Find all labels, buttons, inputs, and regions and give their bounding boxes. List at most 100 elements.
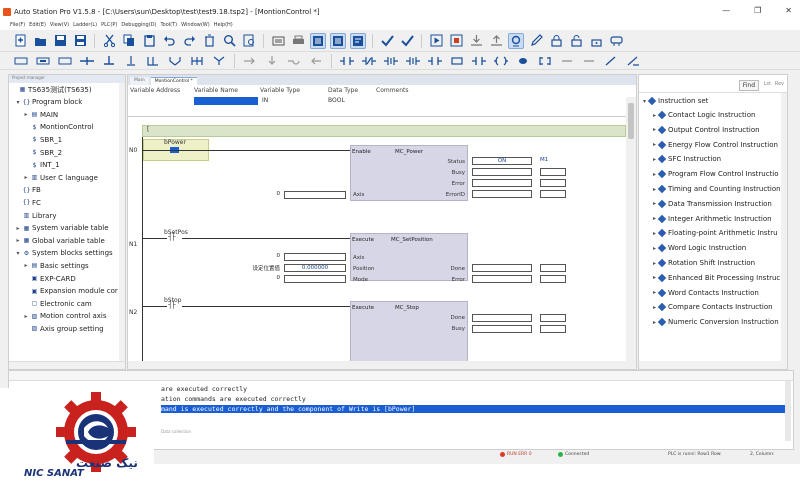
scroll-thumb[interactable] (628, 103, 634, 139)
check-all-icon[interactable] (399, 33, 415, 49)
tree-item[interactable]: ▥ Library (15, 210, 57, 221)
cut-icon[interactable] (101, 33, 117, 49)
fb-mc-stop[interactable]: Execute MC_Stop Done Busy (350, 301, 468, 369)
instruction-list-icon[interactable] (330, 32, 346, 49)
chevron-right-icon[interactable]: ▸ (23, 313, 29, 320)
contact-falling-icon[interactable] (404, 54, 422, 68)
line-draw-icon[interactable] (602, 54, 620, 68)
coil-icon[interactable] (492, 54, 510, 68)
editor-horizontal-scrollbar[interactable] (128, 361, 636, 369)
menu-window[interactable]: Window(W) (181, 22, 210, 28)
tree-item[interactable]: ▣ Expansion module cor (23, 286, 118, 297)
errorid-output-box[interactable] (472, 190, 532, 198)
minimize-button[interactable]: — (722, 6, 730, 15)
delete-icon[interactable] (201, 33, 217, 49)
tree-item[interactable]: $ INT_1 (23, 160, 60, 171)
instruction-category[interactable]: ▸ Contact Logic Instruction (653, 109, 755, 121)
output-line-selected[interactable]: mand is executed correctly and the compo… (161, 405, 786, 413)
ladder-view-icon[interactable] (310, 32, 326, 49)
close-button[interactable]: ✕ (785, 6, 792, 15)
communication-icon[interactable] (608, 33, 624, 49)
output-scrollbar[interactable] (785, 381, 791, 441)
find-replace-icon[interactable] (241, 33, 257, 49)
lock-icon[interactable] (548, 33, 564, 49)
done-output-box[interactable] (472, 314, 532, 322)
mode-input-box[interactable] (284, 275, 346, 283)
tree-item[interactable]: ▾ ⚙ System blocks settings (15, 248, 112, 259)
vertical-scrollbar[interactable] (781, 93, 787, 363)
maximize-button[interactable]: ❐ (754, 6, 761, 15)
dash-icon[interactable] (580, 54, 598, 68)
new-file-icon[interactable] (12, 33, 28, 49)
copy-icon[interactable] (121, 33, 137, 49)
edit-pen-icon[interactable] (528, 33, 544, 49)
instruction-category[interactable]: ▸ Word Contacts Instruction (653, 287, 759, 299)
monitor-icon[interactable] (508, 32, 524, 49)
horizontal-scrollbar[interactable] (9, 361, 125, 369)
branch-icon[interactable] (166, 54, 184, 68)
errorid-extra-box[interactable] (540, 190, 566, 198)
arrow-down-icon[interactable] (263, 54, 281, 68)
tree-item[interactable]: {} FC (15, 197, 41, 208)
chevron-down-icon[interactable]: ▾ (15, 250, 21, 257)
sfc-view-icon[interactable] (350, 32, 366, 49)
instruction-category[interactable]: ▸ Compare Contacts Instruction (653, 301, 773, 313)
coil-box-icon[interactable] (448, 54, 466, 68)
chevron-right-icon[interactable]: ▸ (15, 237, 21, 244)
busy-output-box[interactable] (472, 325, 532, 333)
instruction-category[interactable]: ▸ Floating-point Arithmetic Instru (653, 227, 778, 239)
menu-plc[interactable]: PLC(P) (101, 22, 117, 28)
menu-edit[interactable]: Edit(E) (29, 22, 46, 28)
reverse-button[interactable]: Rev (775, 81, 784, 87)
block-icon[interactable] (12, 54, 30, 68)
chevron-right-icon[interactable]: ▸ (23, 262, 29, 269)
check-icon[interactable] (379, 33, 395, 49)
open-file-icon[interactable] (32, 33, 48, 49)
position-input-box[interactable]: 0.000000 (284, 264, 346, 272)
tree-item[interactable]: ▢ Electronic cam (23, 298, 92, 309)
editor-vertical-scrollbar[interactable] (626, 97, 636, 365)
stop-icon[interactable] (448, 33, 464, 49)
busy-output-box[interactable] (472, 168, 532, 176)
contact-invert-icon[interactable] (470, 54, 488, 68)
chevron-right-icon[interactable]: ▸ (23, 174, 29, 181)
contact-symbol[interactable]: ┤├ (168, 233, 176, 241)
instruction-category[interactable]: ▸ Rotation Shift Instruction (653, 257, 755, 269)
instruction-category[interactable]: ▸ Data Transmission Instruction (653, 198, 772, 210)
tree-item[interactable]: ▸ ▥ User C language (23, 172, 97, 183)
tab-montion-control[interactable]: MontionControl * (150, 77, 197, 85)
contact-no-icon[interactable] (338, 54, 356, 68)
horizontal-line-icon[interactable] (78, 54, 96, 68)
contact-parallel-icon[interactable] (426, 54, 444, 68)
instruction-category[interactable]: ▸ Timing and Counting Instruction (653, 183, 781, 195)
instruction-category[interactable]: ▸ Output Control Instruction (653, 124, 760, 136)
menu-ladder[interactable]: Ladder(L) (73, 22, 97, 28)
error-output-box[interactable] (472, 275, 532, 283)
block-icon[interactable] (56, 54, 74, 68)
chevron-down-icon[interactable]: ▾ (15, 99, 21, 106)
tab-main[interactable]: Main (130, 77, 149, 85)
save-all-icon[interactable] (72, 33, 88, 49)
menu-tool[interactable]: Tool(T) (160, 22, 177, 28)
network-comment-bar[interactable]: [ (142, 125, 626, 137)
vertical-line-icon[interactable] (100, 54, 118, 68)
print-icon[interactable] (290, 33, 306, 49)
horizontal-scrollbar[interactable] (639, 361, 787, 369)
search-icon[interactable] (221, 33, 237, 49)
vertical-scrollbar[interactable] (119, 83, 125, 363)
busy-extra-box[interactable] (540, 168, 566, 176)
jump-icon[interactable] (285, 54, 303, 68)
status-output-box[interactable]: ON (472, 157, 532, 165)
tree-item[interactable]: $ SBR_2 (23, 147, 63, 158)
menu-debugging[interactable]: Debugging(D) (121, 22, 156, 28)
tree-item[interactable]: {} FB (15, 185, 41, 196)
axis-input-box[interactable] (284, 253, 346, 261)
function-block-icon[interactable] (536, 54, 554, 68)
instruction-set-root[interactable]: ▾ Instruction set (643, 95, 708, 107)
tree-item[interactable]: ▾{} Program block (15, 97, 82, 108)
coil-set-icon[interactable] (514, 54, 532, 68)
menu-file[interactable]: File(F) (10, 22, 25, 28)
tree-item[interactable]: ▸ ▦ System variable table (15, 223, 108, 234)
tree-item[interactable]: ▦ TS635测试(TS635) (11, 84, 92, 95)
menu-help[interactable]: Help(H) (214, 22, 233, 28)
